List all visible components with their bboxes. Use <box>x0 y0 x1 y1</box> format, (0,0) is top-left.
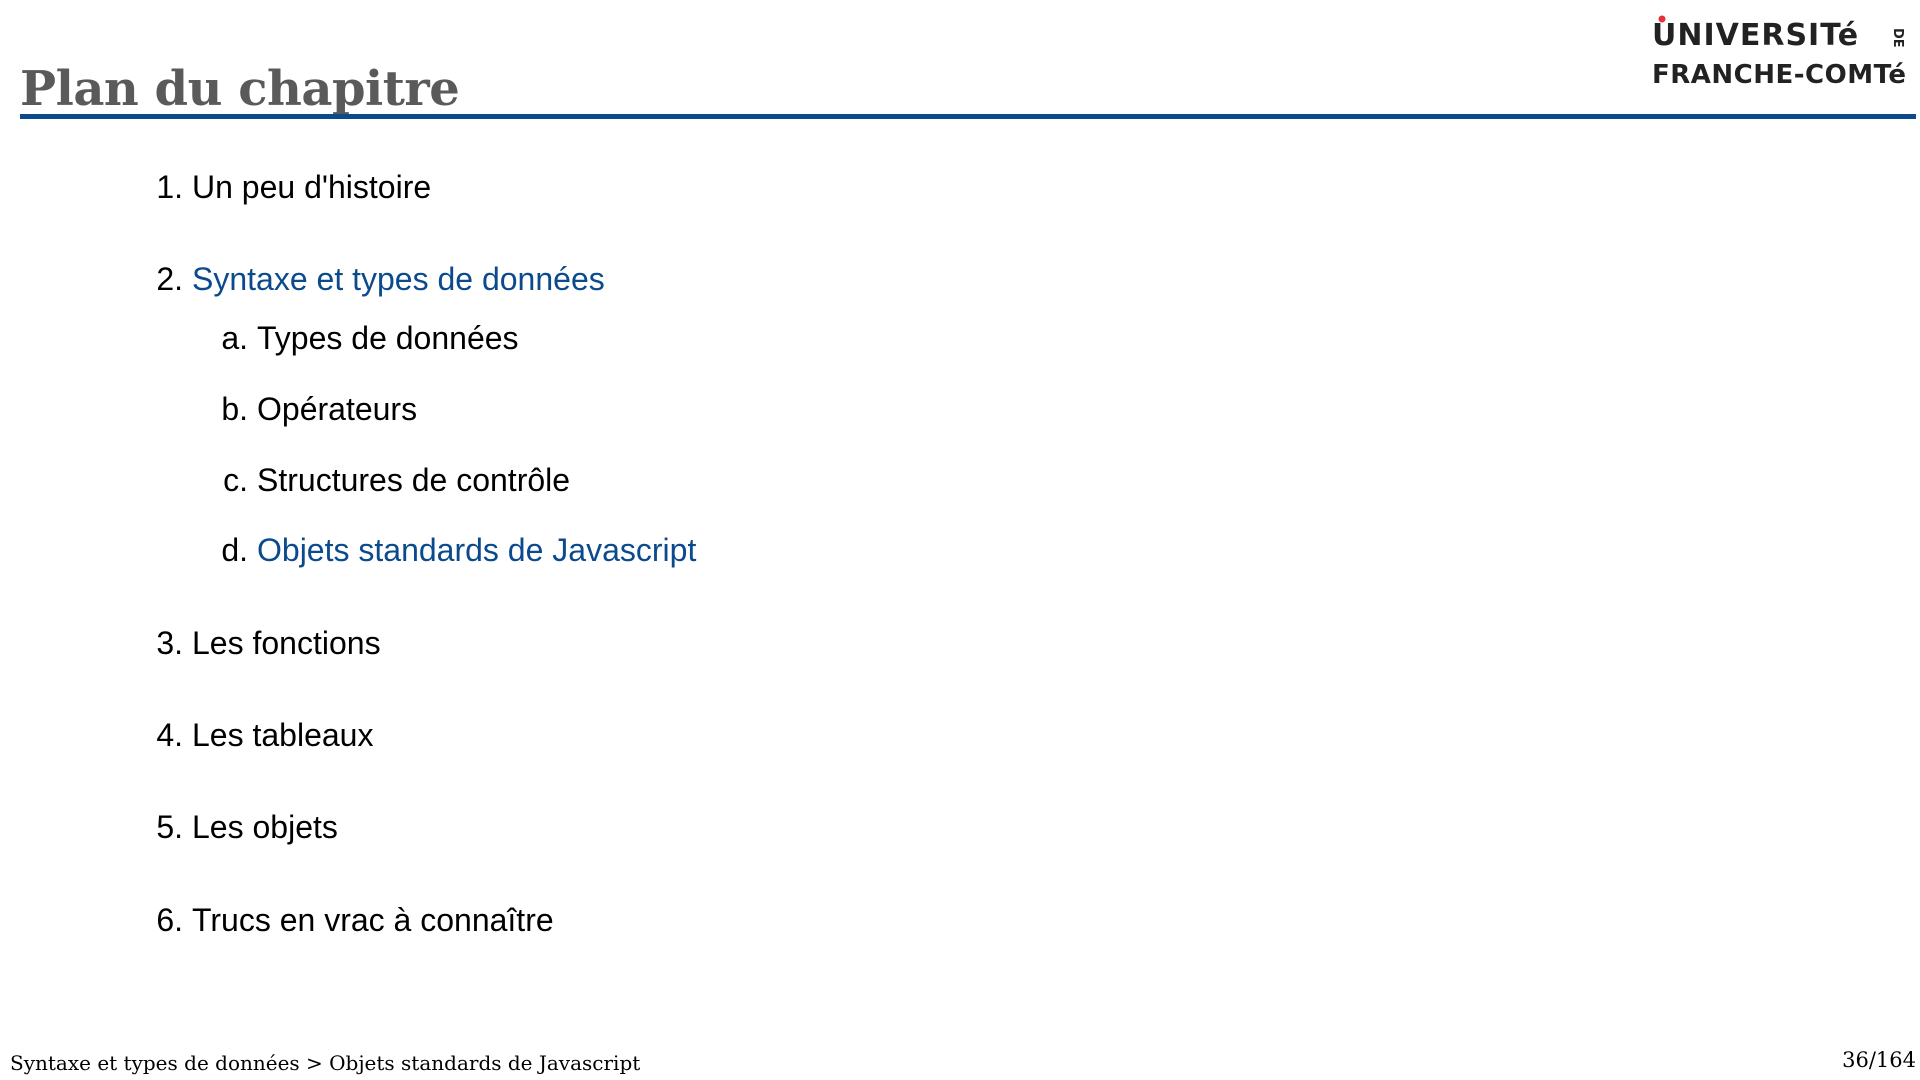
toc-subitem-d[interactable]: d. Objets standards de Javascript <box>214 530 696 570</box>
toc-subitem-number: c. <box>223 462 248 498</box>
toc-subitem-a[interactable]: a. Types de données <box>214 318 519 358</box>
toc-item-5[interactable]: 5. Les objets <box>156 807 338 847</box>
toc-item-label: Un peu d'histoire <box>192 169 432 205</box>
toc-subitem-c[interactable]: c. Structures de contrôle <box>214 460 570 500</box>
toc-item-label: Les objets <box>192 809 338 845</box>
footer-breadcrumb: Syntaxe et types de données > Objets sta… <box>10 1051 641 1075</box>
toc-item-number: 4. <box>156 717 183 753</box>
toc-item-number: 5. <box>156 809 183 845</box>
toc-item-1[interactable]: 1. Un peu d'histoire <box>156 167 431 207</box>
toc-subitem-number: d. <box>221 532 248 568</box>
toc-item-6[interactable]: 6. Trucs en vrac à connaître <box>156 900 554 940</box>
toc-subitem-label: Objets standards de Javascript <box>257 532 697 568</box>
toc-item-number: 3. <box>156 625 183 661</box>
toc-item-number: 1. <box>156 169 183 205</box>
toc-subitem-number: b. <box>221 391 248 427</box>
toc-subitem-number: a. <box>221 320 248 356</box>
table-of-contents: 1. Un peu d'histoire 2. Syntaxe et types d… <box>0 0 1920 1000</box>
toc-item-number: 6. <box>156 902 183 938</box>
toc-subitem-label: Opérateurs <box>257 391 418 427</box>
toc-item-4[interactable]: 4. Les tableaux <box>156 715 373 755</box>
toc-item-label: Les tableaux <box>192 717 374 753</box>
toc-subitem-label: Types de données <box>257 320 519 356</box>
toc-item-2[interactable]: 2. Syntaxe et types de données <box>156 259 605 299</box>
toc-item-label: Trucs en vrac à connaître <box>192 902 554 938</box>
toc-subitem-label: Structures de contrôle <box>257 462 571 498</box>
toc-item-label: Les fonctions <box>192 625 381 661</box>
toc-item-label: Syntaxe et types de données <box>192 261 605 297</box>
toc-item-number: 2. <box>156 261 183 297</box>
page-number: 36/164 <box>1842 1048 1916 1072</box>
toc-item-3[interactable]: 3. Les fonctions <box>156 623 381 663</box>
toc-subitem-b[interactable]: b. Opérateurs <box>214 389 417 429</box>
